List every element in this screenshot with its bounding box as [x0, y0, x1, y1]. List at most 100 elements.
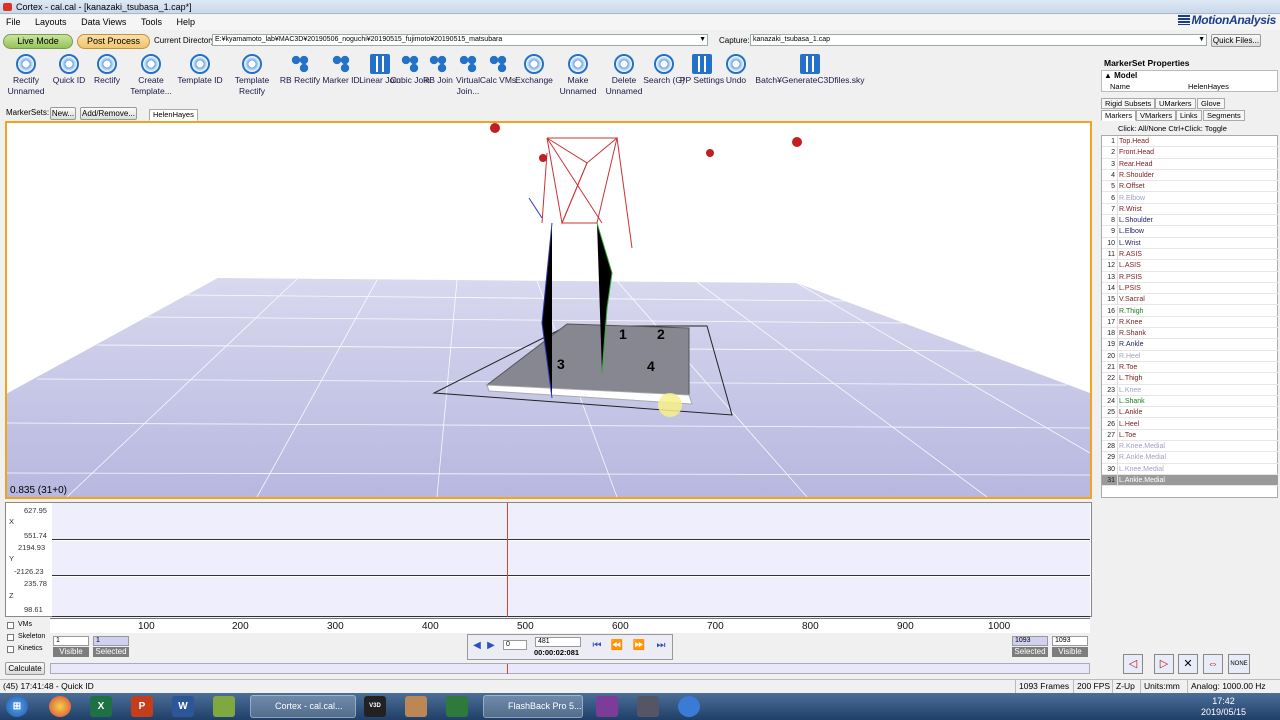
frame-input[interactable]: 481 — [535, 637, 581, 647]
marker-list-row[interactable]: 26 L.Heel — [1102, 418, 1278, 430]
app-icon[interactable] — [596, 696, 618, 717]
marker-list-row[interactable]: 4 R.Shoulder — [1102, 169, 1278, 182]
step-forward-button[interactable]: ⏩ — [632, 639, 646, 653]
printer-icon[interactable] — [637, 696, 659, 717]
notepad-icon[interactable] — [213, 696, 235, 717]
marker-list-row[interactable]: 24 L.Shank — [1102, 395, 1278, 408]
none-button[interactable]: NONE — [1228, 654, 1250, 674]
next-marker-button[interactable]: ▷ — [1154, 654, 1174, 674]
start-visible-input[interactable]: 1 — [53, 636, 89, 646]
go-to-start-button[interactable]: ⏮ — [590, 639, 604, 653]
xyz-graphs[interactable]: X 627.95 551.74 Y 2194.93 -2126.23 Z 235… — [5, 502, 1092, 617]
marker-list-row[interactable]: 23 L.Knee — [1102, 384, 1278, 396]
batch-generate-c3d-button[interactable]: Batch¥GenerateC3Dfiles.sky — [752, 54, 868, 86]
marker-list-row[interactable]: 3 Rear.Head — [1102, 158, 1278, 170]
prev-marker-button[interactable]: ◁ — [1123, 654, 1143, 674]
go-to-end-button[interactable]: ⏭ — [654, 639, 668, 653]
step-spinner[interactable]: 0 — [503, 640, 527, 650]
marker-list-row[interactable]: 19 R.Ankle — [1102, 339, 1278, 351]
calculate-button[interactable]: Calculate — [5, 662, 45, 675]
marker-list-row[interactable]: 8 L.Shoulder — [1102, 215, 1278, 227]
marker-list-row[interactable]: 10 L.Wrist — [1102, 237, 1278, 249]
marker-dot[interactable] — [792, 137, 802, 147]
chrome-icon[interactable] — [49, 696, 71, 717]
step-back-button[interactable]: ⏪ — [610, 639, 624, 653]
marker-list-row[interactable]: 12 L.ASIS — [1102, 260, 1278, 272]
marker-list-row[interactable]: 31 L.Ankle.Medial — [1102, 475, 1278, 487]
marker-list-row[interactable]: 21 R.Toe — [1102, 362, 1278, 374]
excel-icon[interactable]: X — [90, 696, 112, 717]
template-rectify-button[interactable]: Template Rectify — [229, 54, 275, 97]
create-template-button[interactable]: Create Template... — [128, 54, 174, 97]
marker-list-row[interactable]: 5 R.Offset — [1102, 181, 1278, 193]
marker-dot[interactable] — [539, 154, 547, 162]
rectify-unnamed-button[interactable]: Rectify Unnamed — [3, 54, 49, 97]
current-directory-combo[interactable]: E:¥kyamamoto_lab¥MAC3D¥20190506_noguchi¥… — [212, 34, 708, 46]
tab-vmarkers[interactable]: VMarkers — [1136, 110, 1177, 121]
expand-markers-button[interactable]: ⇔ — [1203, 654, 1223, 674]
app-icon[interactable] — [446, 696, 468, 717]
marker-list-row[interactable]: 1 Top.Head — [1102, 136, 1278, 148]
template-id-button[interactable]: Template ID — [177, 54, 223, 86]
word-icon[interactable]: W — [172, 696, 194, 717]
marker-list-row[interactable]: 20 R.Heel — [1102, 350, 1278, 362]
marker-list-row[interactable]: 29 R.Ankle.Medial — [1102, 452, 1278, 464]
marker-list-row[interactable]: 27 L.Toe — [1102, 429, 1278, 442]
play-reverse-button[interactable]: ◀ — [470, 639, 484, 653]
graph-x[interactable] — [52, 503, 1090, 540]
play-button[interactable]: ▶ — [484, 639, 498, 653]
marker-list-row[interactable]: 7 R.Wrist — [1102, 203, 1278, 216]
graph-y[interactable] — [52, 541, 1090, 576]
marker-list-row[interactable]: 2 Front.Head — [1102, 147, 1278, 159]
tab-markers[interactable]: Markers — [1101, 110, 1137, 121]
add-remove-markerset-button[interactable]: Add/Remove... — [80, 107, 137, 120]
collapse-markers-button[interactable]: ✕ — [1178, 654, 1198, 674]
vms-checkbox[interactable] — [7, 622, 14, 629]
menu-tools[interactable]: Tools — [135, 15, 168, 30]
menu-file[interactable]: File — [0, 15, 27, 30]
marker-list-row[interactable]: 22 L.Thigh — [1102, 373, 1278, 385]
visual3d-icon[interactable]: V3D — [364, 696, 386, 717]
skeleton-checkbox[interactable] — [7, 634, 14, 641]
marker-list-row[interactable]: 17 R.Knee — [1102, 316, 1278, 329]
marker-list-row[interactable]: 9 L.Elbow — [1102, 226, 1278, 238]
marker-dot[interactable] — [706, 149, 714, 157]
tab-umarkers[interactable]: UMarkers — [1155, 98, 1196, 109]
marker-list-row[interactable]: 11 R.ASIS — [1102, 249, 1278, 261]
kinetics-checkbox[interactable] — [7, 646, 14, 653]
app-icon[interactable] — [405, 696, 427, 717]
make-unnamed-button[interactable]: Make Unnamed — [555, 54, 601, 97]
marker-list-row[interactable]: 30 L.Knee.Medial — [1102, 463, 1278, 475]
tab-segments[interactable]: Segments — [1203, 110, 1245, 121]
marker-list-row[interactable]: 15 V.Sacral — [1102, 294, 1278, 306]
exchange-button[interactable]: Exchange — [511, 54, 557, 86]
tab-links[interactable]: Links — [1176, 110, 1202, 121]
system-clock[interactable]: 17:42 2019/05/15 — [1201, 696, 1246, 718]
taskbar-flashback-window[interactable]: FlashBack Pro 5... — [483, 695, 583, 718]
frame-ruler[interactable]: 100 200 300 400 500 600 700 800 900 1000 — [50, 618, 1090, 633]
menu-layouts[interactable]: Layouts — [29, 15, 73, 30]
rb-rectify-button[interactable]: RB Rectify — [277, 54, 323, 86]
start-selected-input[interactable]: 1 — [93, 636, 129, 646]
powerpoint-icon[interactable]: P — [131, 696, 153, 717]
marker-list-row[interactable]: 13 R.PSIS — [1102, 271, 1278, 283]
start-button[interactable]: ⊞ — [6, 696, 28, 717]
quick-files-button[interactable]: Quick Files... — [1211, 34, 1261, 47]
post-process-button[interactable]: Post Process — [77, 34, 150, 49]
3d-viewport[interactable]: 1 2 3 4 — [5, 121, 1092, 499]
marker-dot[interactable] — [490, 123, 500, 133]
markers-list[interactable]: 1 Top.Head 2 Front.Head 3 Rear.Head 4 R.Shoulde… — [1101, 135, 1278, 498]
taskbar-cortex-window[interactable]: Cortex - cal.cal... — [250, 695, 356, 718]
marker-list-row[interactable]: 28 R.Knee.Medial — [1102, 441, 1278, 453]
network-icon[interactable] — [678, 696, 700, 717]
graph-z[interactable] — [52, 577, 1090, 617]
marker-list-row[interactable]: 6 R.Elbow — [1102, 192, 1278, 204]
marker-list-row[interactable]: 14 L.PSIS — [1102, 282, 1278, 295]
marker-list-row[interactable]: 16 R.Thigh — [1102, 305, 1278, 317]
end-selected-input[interactable]: 1093 — [1012, 636, 1048, 646]
end-visible-input[interactable]: 1093 — [1052, 636, 1088, 646]
marker-list-row[interactable]: 18 R.Shank — [1102, 328, 1278, 340]
name-value[interactable]: HelenHayes — [1188, 82, 1229, 91]
live-mode-button[interactable]: Live Mode — [3, 34, 73, 49]
timeline-bar[interactable] — [50, 663, 1090, 674]
